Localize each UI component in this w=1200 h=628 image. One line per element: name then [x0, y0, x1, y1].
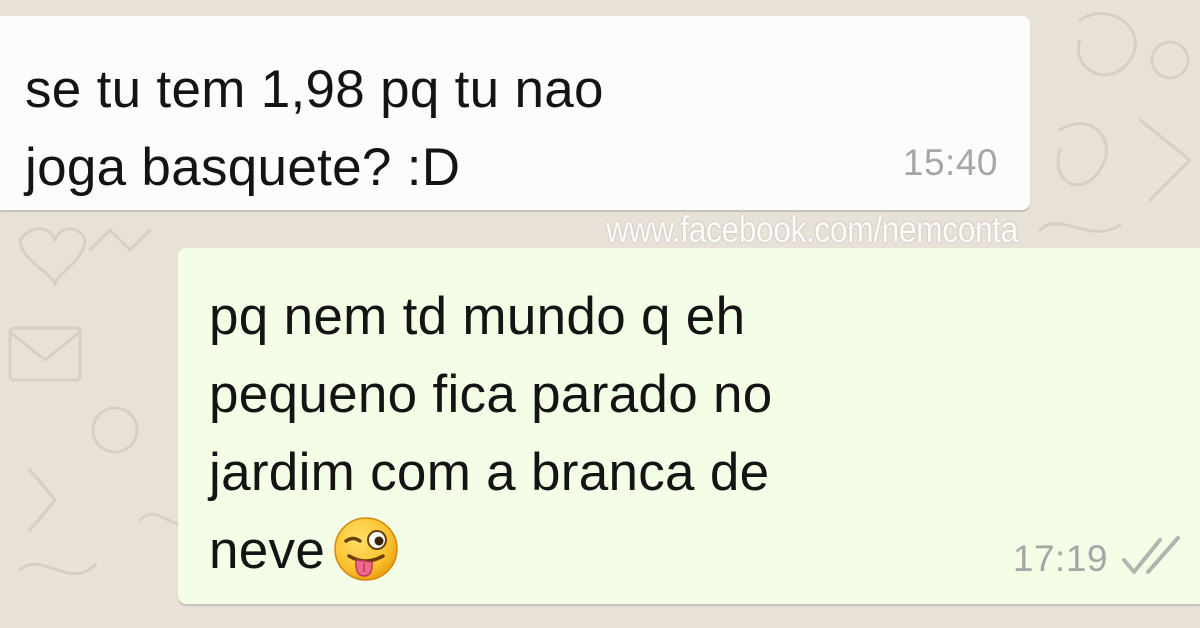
outgoing-message-bubble[interactable]: pq nem td mundo q eh pequeno fica parado… — [178, 248, 1200, 604]
envelope-doodle-flap — [8, 330, 82, 362]
wave-doodle-right — [1038, 222, 1122, 233]
zigzag-doodle — [88, 228, 152, 252]
heart-doodle — [18, 227, 87, 287]
winking-face-with-tongue-emoji — [334, 517, 398, 581]
incoming-message-bubble[interactable]: se tu tem 1,98 pq tu nao joga basquete? … — [0, 16, 1030, 210]
facebook-watermark: www.facebook.com/nemconta — [606, 209, 1018, 250]
circle-doodle-right — [1150, 40, 1190, 80]
envelope-doodle — [8, 326, 82, 382]
circle-doodle — [91, 406, 139, 454]
arrow-doodle-right — [1138, 118, 1192, 202]
outgoing-message-text: pq nem td mundo q eh pequeno fica parado… — [209, 278, 1009, 590]
incoming-message-time: 15:40 — [902, 142, 998, 183]
wave-doodle — [18, 562, 97, 575]
outgoing-message-time: 17:19 — [1012, 538, 1108, 579]
message-line: jardim com a branca de — [209, 443, 770, 502]
arrow-doodle — [28, 468, 57, 532]
message-line: neve — [209, 521, 326, 580]
message-last-line: neve — [209, 512, 1009, 590]
message-line: se tu tem 1,98 pq tu nao — [25, 60, 604, 119]
incoming-message-text: se tu tem 1,98 pq tu nao joga basquete? … — [25, 51, 885, 207]
leaf-doodle-2 — [1056, 122, 1108, 187]
leaf-doodle — [1076, 12, 1137, 77]
message-line: joga basquete? :D — [25, 138, 461, 197]
message-line: pq nem td mundo q eh — [209, 287, 746, 346]
message-line: pequeno fica parado no — [209, 365, 773, 424]
read-double-check-icon — [1122, 536, 1180, 574]
